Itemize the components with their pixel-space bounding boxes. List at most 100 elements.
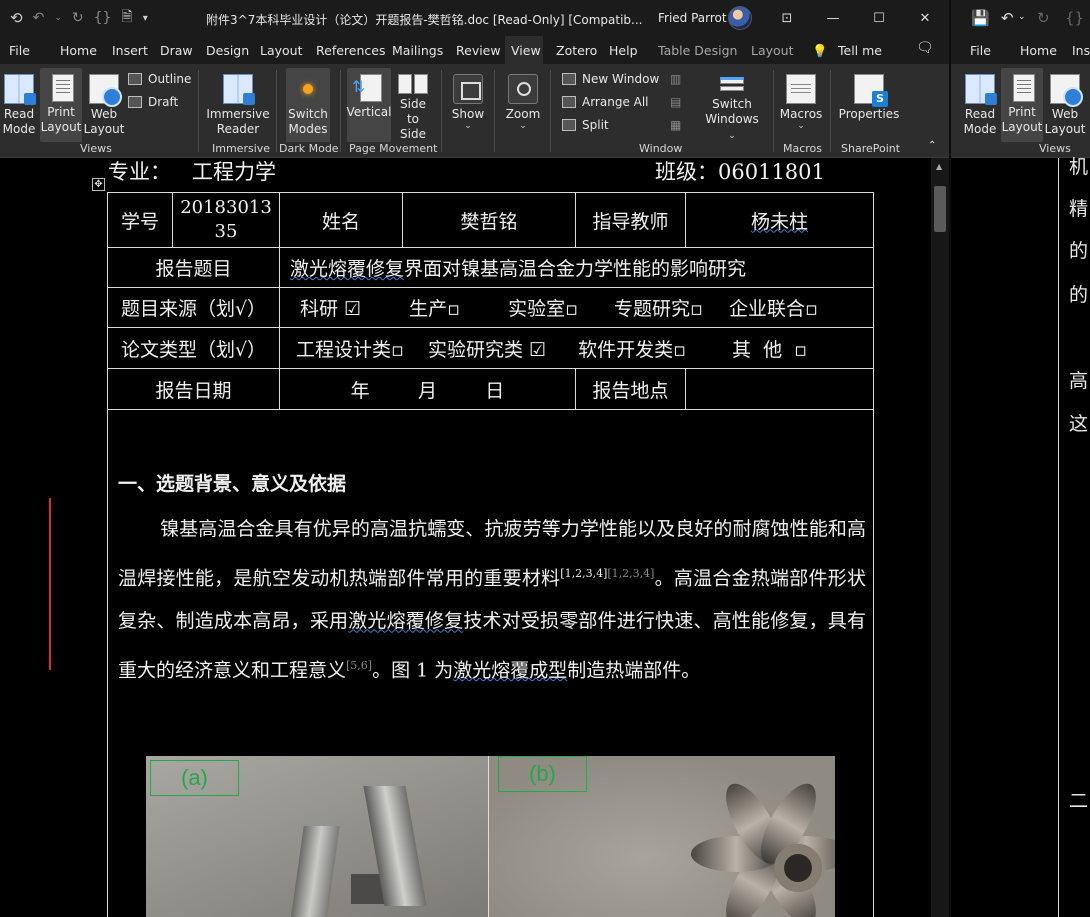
blade-part (288, 826, 340, 917)
save-icon[interactable]: 💾 (971, 9, 990, 27)
tell-me-search[interactable]: Tell me (838, 43, 882, 58)
table-cell[interactable]: 论文类型（划√） (107, 327, 280, 369)
body-paragraph[interactable]: 镍基高温合金具有优异的高温抗蠕变、抗疲劳等力学性能以及良好的耐腐蚀性能和高温焊接… (118, 508, 866, 693)
immersive-reader-button[interactable]: Immersive Reader (206, 68, 270, 142)
undo-icon[interactable]: ↶ (33, 10, 45, 26)
table-cell[interactable]: 杨未柱 (685, 192, 874, 248)
restore-button[interactable]: ☐ (856, 0, 902, 36)
format-painter-icon[interactable]: {} (1065, 9, 1084, 27)
arrange-all-button[interactable]: Arrange All (562, 95, 649, 109)
print-layout-button[interactable]: Print Layout (1001, 68, 1043, 142)
tab-mailings[interactable]: Mailings (392, 43, 443, 58)
document-page[interactable] (951, 158, 1059, 917)
tab-home[interactable]: Home (1020, 43, 1057, 58)
avatar[interactable] (728, 6, 752, 30)
print-layout-button[interactable]: Print Layout (40, 68, 82, 142)
tab-home[interactable]: Home (60, 43, 97, 58)
web-layout-icon (1050, 74, 1083, 107)
table-cell[interactable]: 工程设计类▫ 实验研究类 ☑ 软件开发类▫ 其 他 ▫ (279, 327, 874, 369)
table-cell[interactable]: 学号 (107, 192, 173, 248)
table-cell[interactable]: 激光熔覆修复界面对镍基高温合金力学性能的影响研究 (279, 247, 874, 288)
page-text: 这 (1069, 413, 1089, 435)
collapse-ribbon-icon[interactable]: ⌃ (928, 140, 936, 151)
vertical-button[interactable]: Vertical (347, 68, 391, 142)
macros-group-label: Macros (783, 142, 823, 155)
ribbon-display-options-icon[interactable]: ⊡ (764, 0, 810, 36)
tab-table-layout[interactable]: Layout (751, 43, 794, 58)
table-cell[interactable]: 报告日期 (107, 368, 280, 410)
undo-dropdown-icon[interactable]: ⌄ (1018, 12, 1026, 22)
undo-dropdown-icon[interactable]: ⌄ (54, 13, 62, 23)
header-major-value: 工程力学 (192, 160, 276, 184)
immersive-group-label: Immersive (212, 142, 271, 155)
split-button[interactable]: Split (562, 118, 609, 132)
properties-icon (854, 74, 888, 107)
switch-windows-button[interactable]: Switch Windows ⌄ (705, 68, 759, 142)
vertical-scrollbar[interactable]: ▲ (931, 158, 949, 917)
draft-button[interactable]: Draft (128, 95, 178, 109)
table-cell[interactable]: 报告题目 (107, 247, 280, 288)
macros-button[interactable]: Macros ⌄ (780, 68, 822, 142)
close-button[interactable]: ✕ (902, 0, 948, 36)
user-name[interactable]: Fried Parrot (658, 11, 727, 25)
new-window-button[interactable]: New Window (562, 72, 659, 86)
web-layout-button[interactable]: Web Layout (84, 68, 124, 142)
customize-qat-icon[interactable]: ▾ (143, 13, 148, 24)
tab-file[interactable]: File (970, 43, 991, 58)
group-separator (773, 70, 774, 152)
tab-table-design[interactable]: Table Design (658, 43, 737, 58)
figure-image[interactable]: (a) (b) (146, 756, 835, 917)
tab-file[interactable]: File (9, 43, 30, 58)
table-cell[interactable]: 科研 ☑ 生产▫ 实验室▫ 专题研究▫ 企业联合▫ (279, 287, 874, 328)
document-area[interactable]: 专业： 工程力学 班级：06011801 ✥ 学号 20183013 35 姓名 … (0, 158, 931, 917)
format-painter-icon[interactable]: {} (94, 10, 112, 26)
document-icon[interactable]: 🗎 (121, 6, 132, 30)
tab-insert[interactable]: Inse (1072, 43, 1090, 58)
table-cell[interactable] (685, 368, 874, 410)
side-to-side-button[interactable]: Side to Side (393, 68, 433, 142)
table-move-handle-icon[interactable]: ✥ (92, 178, 105, 191)
comments-icon[interactable]: 🗨 (916, 40, 934, 56)
read-mode-button[interactable]: Read Mode (0, 68, 38, 142)
synchronous-scrolling-icon[interactable]: ▤ (670, 95, 681, 109)
table-cell[interactable]: 题目来源（划√） (107, 287, 280, 328)
view-side-by-side-icon[interactable]: ▥ (670, 72, 681, 86)
tab-references[interactable]: References (316, 43, 385, 58)
tab-design[interactable]: Design (206, 43, 249, 58)
reset-window-position-icon[interactable]: ▦ (670, 118, 681, 132)
tab-draw[interactable]: Draw (160, 43, 193, 58)
document-page[interactable]: 专业： 工程力学 班级：06011801 ✥ 学号 20183013 35 姓名 … (0, 158, 931, 917)
redo-icon[interactable]: ↻ (72, 10, 84, 26)
properties-button[interactable]: Properties (838, 68, 900, 142)
web-layout-button[interactable]: Web Layout (1045, 68, 1085, 142)
table-cell[interactable]: 指导教师 (575, 192, 686, 248)
table-row: 题目来源（划√） 科研 ☑ 生产▫ 实验室▫ 专题研究▫ 企业联合▫ (107, 287, 874, 328)
outline-button[interactable]: Outline (128, 72, 191, 86)
scrollbar-thumb[interactable] (934, 186, 946, 232)
table-cell[interactable]: 樊哲铭 (402, 192, 576, 248)
zoom-button[interactable]: Zoom ⌄ (504, 68, 542, 142)
page-text: 精 (1069, 198, 1089, 220)
show-button[interactable]: Show ⌄ (450, 68, 486, 142)
table-cell[interactable]: 年 月 日 (279, 368, 576, 410)
tab-insert[interactable]: Insert (112, 43, 148, 58)
show-icon (453, 74, 483, 104)
read-mode-button[interactable]: Read Mode (961, 68, 999, 142)
redo-icon[interactable]: ↻ (1037, 9, 1050, 27)
table-cell[interactable]: 姓名 (279, 192, 403, 248)
autosave-icon[interactable]: ⟲ (10, 9, 23, 27)
tab-review[interactable]: Review (456, 43, 501, 58)
chevron-down-icon: ⌄ (728, 131, 736, 141)
tab-help[interactable]: Help (609, 43, 638, 58)
tab-view[interactable]: View (511, 43, 541, 58)
scroll-up-icon[interactable]: ▲ (936, 162, 942, 171)
tab-zotero[interactable]: Zotero (556, 43, 597, 58)
undo-icon[interactable]: ↶ (1001, 9, 1014, 27)
macros-icon (786, 74, 816, 104)
table-cell[interactable]: 报告地点 (575, 368, 686, 410)
table-cell[interactable]: 20183013 35 (172, 192, 280, 248)
tab-layout[interactable]: Layout (260, 43, 303, 58)
switch-modes-button[interactable]: Switch Modes (286, 68, 330, 142)
minimize-button[interactable]: — (810, 0, 856, 36)
info-table[interactable]: 学号 20183013 35 姓名 樊哲铭 指导教师 杨未柱 报告题目 激光熔覆修… (107, 192, 874, 410)
